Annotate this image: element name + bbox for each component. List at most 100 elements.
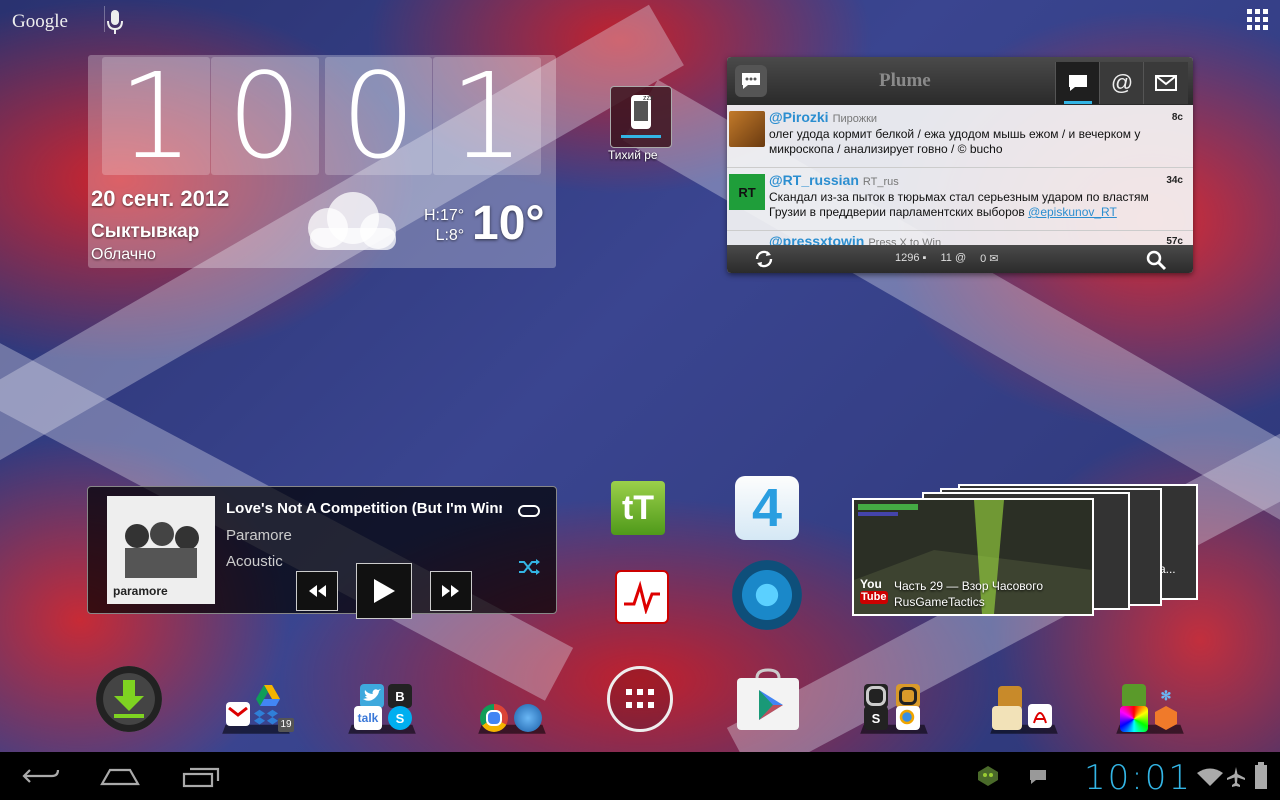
open-book-icon (992, 706, 1022, 730)
low-temp: L:8° (435, 227, 465, 244)
app-folder-browsers[interactable] (478, 684, 546, 734)
quest-app-icon (896, 684, 920, 708)
tweet-item[interactable]: RT @RT_russian RT_rus 34с Скандал из-за п… (727, 170, 1193, 230)
city-label: Сыктывкар (91, 221, 200, 242)
download-app-icon[interactable] (96, 666, 162, 732)
tweet-item[interactable]: @Pirozki Пирожки 8с олег удода кормит бел… (727, 107, 1193, 167)
plume-widget[interactable]: Plume @ @Pirozki Пирожки 8с олег удода ко… (727, 57, 1193, 273)
envelope-icon (1155, 75, 1177, 91)
gear-icon: ✻ (1160, 688, 1172, 703)
song-title: Love's Not A Competition (But I'm Winnin… (226, 500, 502, 517)
high-low-temps: H:17° L:8° (424, 206, 464, 246)
microphone-icon[interactable] (106, 9, 124, 35)
album-art[interactable]: paramore (107, 496, 215, 604)
search-icon[interactable] (1145, 249, 1167, 271)
mentions-count: 11 @ (940, 252, 967, 264)
video-channel: RusGameTactics (894, 595, 985, 609)
tweet-username[interactable]: @RT_russian (769, 172, 859, 188)
next-button[interactable] (430, 571, 472, 611)
app-drawer-button[interactable] (607, 666, 673, 732)
minute-digit-1: 0 (324, 57, 433, 175)
app-folder-google[interactable]: 19 (222, 684, 294, 734)
4pda-app-icon[interactable]: 4 (735, 476, 799, 540)
app-folder-messaging[interactable]: B talk S (348, 684, 416, 734)
tweets-count: 1296 ▪ (895, 252, 927, 264)
s-app-icon: S (864, 706, 888, 730)
tweet-divider (727, 167, 1193, 168)
phone-sleep-icon: zzz (621, 95, 661, 138)
back-button[interactable] (22, 764, 60, 788)
hexagon-app-icon (1154, 706, 1178, 730)
mentions-tab[interactable]: @ (1099, 62, 1144, 104)
video-title: Часть 29 — Взор Часового (894, 579, 1044, 593)
repeat-icon[interactable] (516, 501, 542, 521)
google-logo[interactable]: Google (12, 11, 68, 33)
date-label: 20 сент. 2012 (91, 186, 230, 211)
tweet-username[interactable]: @Pirozki (769, 109, 829, 125)
svg-text:zzz: zzz (643, 95, 654, 102)
tt-app-label: tT (621, 488, 655, 527)
wifi-icon[interactable] (1196, 768, 1224, 788)
music-player-widget[interactable]: paramore Love's Not A Competition (But I… (87, 486, 557, 619)
tweet-display-name: RT_rus (862, 176, 899, 188)
previous-button[interactable] (296, 571, 338, 611)
silent-mode-label: Тихий ре (608, 148, 658, 162)
tt-app-icon[interactable]: tT (611, 481, 665, 535)
current-temperature: 10° (472, 197, 545, 250)
plume-logo-icon[interactable] (735, 65, 767, 97)
silent-mode-shortcut[interactable]: zzz (610, 86, 672, 148)
shuffle-icon[interactable] (516, 557, 542, 577)
tweet-mention-link[interactable]: @episkunov_RT (1028, 205, 1117, 219)
android-notification-icon[interactable] (976, 764, 1000, 788)
weather-condition: Облачно (91, 246, 156, 263)
gmail-icon (226, 702, 250, 726)
app-drawer-icon (626, 689, 654, 708)
tweet-divider (727, 230, 1193, 231)
youtube-widget[interactable]: You Tube Часть 29 — Взор Часового RusGam… (852, 498, 1094, 616)
cloud-icon (308, 192, 396, 250)
rt-logo-text: RT (738, 184, 756, 200)
all-apps-icon[interactable] (1246, 8, 1270, 32)
tweet-time: 8с (1171, 112, 1183, 123)
refresh-icon[interactable] (753, 249, 775, 269)
app-folder-games[interactable]: S (860, 684, 928, 734)
notification-badge: 19 (278, 718, 294, 732)
clock-digits: 1 0 0 1 (102, 57, 542, 175)
airplane-mode-icon[interactable] (1226, 766, 1246, 788)
avatar[interactable] (729, 111, 765, 147)
messages-tab[interactable] (1143, 62, 1188, 104)
dropbox-icon (254, 706, 278, 730)
browser-app-icon[interactable] (732, 560, 802, 630)
plume-title: Plume (879, 70, 931, 91)
twitter-icon (360, 684, 384, 708)
app-folder-tools[interactable]: ✻ (1116, 684, 1184, 734)
chrome-icon (480, 704, 508, 732)
app-folder-reading[interactable] (990, 684, 1058, 734)
youtube-caption: Часть 29 — Взор Часового RusGameTactics (894, 578, 1043, 610)
status-clock[interactable]: 10:01 (1084, 758, 1192, 798)
stock-chart-app-icon[interactable] (615, 570, 669, 624)
home-icon (100, 768, 140, 786)
tweet-display-name: Пирожки (832, 113, 878, 125)
tweet-user[interactable]: @Pirozki Пирожки (769, 109, 877, 125)
play-button[interactable] (356, 563, 412, 619)
artist-name: Paramore (226, 527, 292, 544)
alien-app-icon (1122, 684, 1146, 708)
play-store-icon[interactable] (735, 668, 801, 732)
minute-digit-2: 1 (433, 57, 541, 175)
battery-icon[interactable] (1254, 762, 1268, 790)
fast-forward-icon (442, 585, 459, 597)
timeline-tab[interactable] (1055, 62, 1100, 104)
plume-header: Plume @ (727, 57, 1193, 105)
avatar[interactable]: RT (729, 174, 765, 210)
plume-footer: 1296 ▪ 11 @ 0 ✉ (727, 245, 1193, 273)
home-button[interactable] (100, 766, 140, 786)
google-search-bar[interactable]: Google (12, 6, 124, 38)
tweet-user[interactable]: @RT_russian RT_rus (769, 172, 899, 188)
chat-notification-icon[interactable] (1028, 768, 1048, 786)
hour-digit-2: 0 (210, 57, 319, 175)
recent-apps-button[interactable] (182, 766, 220, 788)
high-temp: H:17° (424, 207, 465, 224)
clock-weather-widget[interactable]: 1 0 0 1 20 сент. 2012 Сыктывкар Облачно … (88, 55, 556, 268)
search-separator (104, 6, 105, 32)
